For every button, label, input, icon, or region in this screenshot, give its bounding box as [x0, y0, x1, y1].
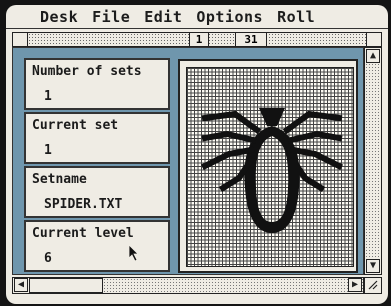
sprite-editor-canvas[interactable] [178, 59, 358, 273]
number-of-sets-value: 1 [44, 89, 52, 104]
arrow-down-icon[interactable]: ▼ [366, 259, 380, 273]
resize-icon [368, 280, 378, 290]
resize-box[interactable] [364, 277, 382, 294]
fuller-box[interactable] [366, 33, 381, 46]
current-set-panel[interactable]: Current set 1 [24, 112, 170, 164]
current-set-value: 1 [44, 143, 52, 158]
menu-roll[interactable]: Roll [277, 8, 315, 26]
current-level-value: 6 [44, 251, 52, 266]
vertical-scrollbar[interactable]: ▲ ▼ [364, 47, 382, 275]
top-marker [268, 61, 270, 65]
pixel-grid[interactable] [186, 67, 354, 267]
bottom-marker [268, 267, 270, 271]
arrow-up-icon[interactable]: ▲ [366, 49, 380, 63]
current-set-label: Current set [32, 118, 119, 133]
menu-bar: Desk File Edit Options Roll [6, 5, 388, 29]
title-segment-2: 31 [235, 33, 267, 46]
current-level-panel[interactable]: Current level 6 [24, 220, 170, 272]
title-segment-1: 1 [189, 33, 209, 46]
spider-sprite [200, 108, 344, 233]
setname-label: Setname [32, 172, 87, 187]
setname-panel[interactable]: Setname SPIDER.TXT [24, 166, 170, 218]
setname-value: SPIDER.TXT [44, 197, 123, 212]
window-title-bar[interactable]: 1 31 [12, 32, 382, 47]
current-level-label: Current level [32, 226, 134, 241]
horizontal-scroll-thumb[interactable] [29, 278, 103, 293]
menu-options[interactable]: Options [196, 8, 263, 26]
menu-desk[interactable]: Desk [40, 8, 78, 26]
arrow-left-icon[interactable]: ◀ [14, 278, 28, 292]
desktop-screen: Desk File Edit Options Roll 1 31 Number … [6, 5, 388, 304]
menu-file[interactable]: File [92, 8, 130, 26]
mouse-pointer-icon [128, 244, 139, 262]
number-of-sets-label: Number of sets [32, 64, 142, 79]
menu-edit[interactable]: Edit [144, 8, 182, 26]
number-of-sets-panel: Number of sets 1 [24, 58, 170, 110]
horizontal-scrollbar[interactable]: ◀ ▶ [12, 277, 364, 294]
close-box[interactable] [13, 33, 28, 46]
editor-workspace: Number of sets 1 Current set 1 Setname S… [12, 47, 364, 275]
arrow-right-icon[interactable]: ▶ [348, 278, 362, 292]
